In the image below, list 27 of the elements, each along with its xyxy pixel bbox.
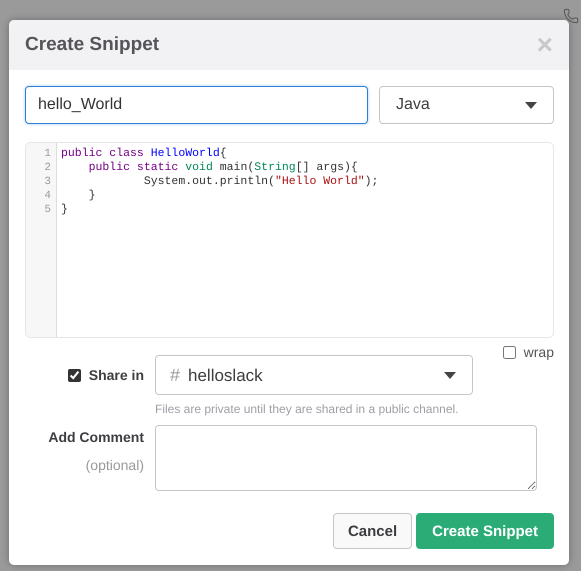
comment-label: Add Comment	[48, 429, 144, 445]
code-line: System.out.println("Hello World");	[142, 175, 378, 189]
code-line: public static void main(String[] args){	[88, 161, 359, 175]
line-number: 2	[44, 161, 51, 175]
language-select[interactable]: Java	[379, 86, 554, 124]
cancel-button[interactable]: Cancel	[332, 513, 412, 549]
wrap-checkbox[interactable]	[502, 346, 516, 358]
share-checkbox[interactable]	[68, 368, 81, 382]
line-number: 4	[44, 189, 51, 203]
channel-select[interactable]: # helloslack	[155, 355, 473, 395]
line-number: 1	[44, 147, 51, 161]
code-line: }	[88, 189, 97, 203]
code-editor[interactable]: 1 2 3 4 5 public class HelloWorld{ public static void main(String[] args){ System.out.println("Hello World"); } }	[25, 142, 554, 338]
optional-label: (optional)	[86, 457, 144, 473]
comment-field[interactable]	[155, 425, 537, 491]
filename-field[interactable]: hello_World	[25, 86, 368, 124]
caret-icon	[525, 102, 537, 108]
phone-icon	[563, 8, 579, 24]
code-line: }	[61, 203, 69, 217]
line-number: 5	[44, 203, 51, 217]
line-number: 3	[44, 175, 51, 189]
share-hint: Files are private until they are shared in a public channel.	[155, 402, 460, 416]
code-line: public class HelloWorld{	[61, 147, 228, 161]
share-label: Share in	[88, 367, 144, 383]
dialog-title: Create Snippet	[25, 34, 160, 56]
wrap-label: wrap	[524, 344, 554, 360]
caret-icon	[444, 372, 456, 378]
